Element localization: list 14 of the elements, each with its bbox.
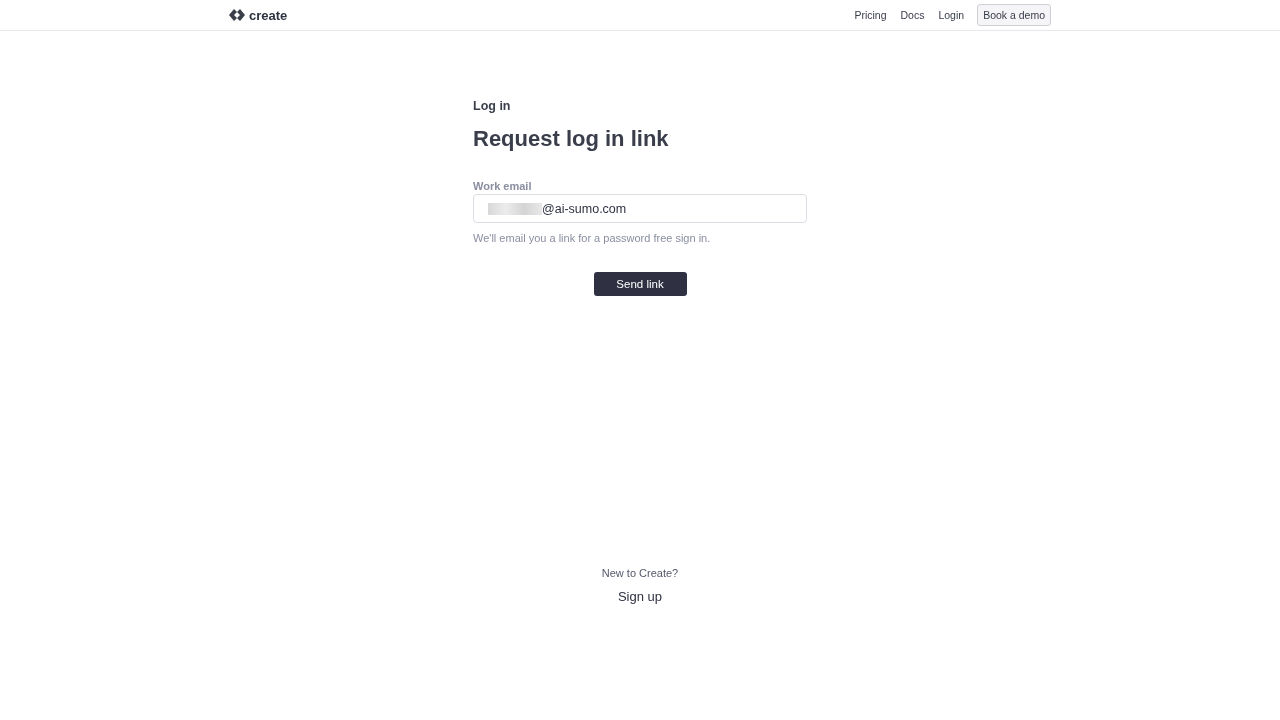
hint-text: We'll email you a link for a password free sign in. (473, 232, 712, 244)
section-label: Log in (473, 99, 512, 113)
nav-link[interactable]: Login (938, 9, 965, 21)
signup-prompt: New to Create? (601, 567, 679, 579)
logo-text[interactable]: create (249, 7, 288, 23)
sign-up-link[interactable]: Sign up (617, 589, 663, 604)
logo-icon (229, 9, 245, 21)
email-field[interactable]: @ai-sumo.com (473, 194, 807, 223)
field-label: Work email (473, 180, 533, 192)
nav-link[interactable]: Pricing (854, 9, 887, 21)
book-demo-button[interactable]: Book a demo (977, 4, 1051, 26)
send-link-button[interactable]: Send link (593, 272, 687, 296)
page-title: Request log in link (473, 126, 670, 152)
nav-link[interactable]: Docs (900, 9, 925, 21)
